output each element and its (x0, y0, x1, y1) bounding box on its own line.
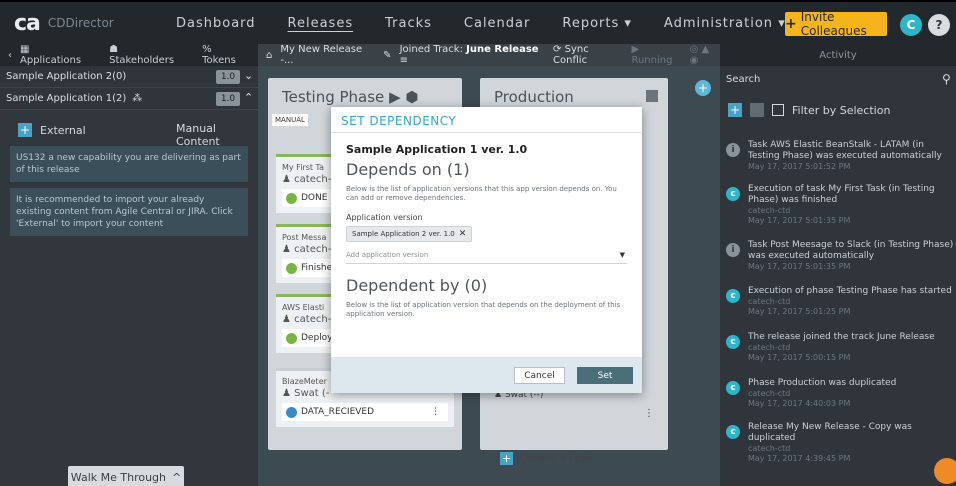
ca-logo: ca (14, 10, 41, 36)
add-version-select[interactable]: Add application version ▼ (346, 248, 627, 264)
running-status: ▶ Running (631, 44, 673, 66)
tab-stakeholders[interactable]: ☗ Stakeholders (109, 44, 188, 66)
joined-track: Joined Track: June Release ≡ (399, 44, 539, 66)
check-icon (286, 192, 297, 204)
nav-reports[interactable]: Reports ▾ (562, 16, 632, 31)
manual-content-label[interactable]: Manual Content (176, 122, 258, 148)
add-icon[interactable]: + (728, 103, 742, 117)
user-icon: c (726, 187, 740, 201)
nav-calendar[interactable]: Calendar (464, 16, 530, 31)
app-row-2[interactable]: Sample Application 1(2) ⁂ 1.0 ⌃ (0, 88, 258, 110)
nav-releases[interactable]: Releases (288, 16, 354, 31)
dependent-by-heading: Dependent by (0) (346, 276, 488, 295)
set-dependency-modal: SET DEPENDENCY Sample Application 1 ver.… (331, 107, 642, 393)
chevron-up-icon[interactable]: ⌃ (244, 91, 253, 104)
dependency-chip: Sample Application 2 ver. 1.0 ✕ (346, 226, 473, 242)
play-icon (286, 406, 297, 418)
user-icon: c (726, 381, 740, 395)
phase-title[interactable]: Production (480, 78, 668, 106)
external-row: + External Manual Content (0, 110, 258, 148)
activity-item: c Phase Production was duplicated catech-… (726, 378, 954, 409)
import-hint: It is recommended to import your already… (10, 188, 248, 236)
activity-item: c The release joined the track June Rele… (726, 332, 954, 363)
plus-icon: + (785, 16, 797, 32)
nav-administration[interactable]: Administration ▾ (664, 16, 786, 31)
left-panel: ‹ ▦ Applications ☗ Stakeholders % Tokens… (0, 44, 258, 486)
remove-chip-icon[interactable]: ✕ (459, 229, 467, 239)
nav-tracks[interactable]: Tracks (385, 16, 432, 31)
version-badge: 1.0 (216, 92, 240, 106)
add-phase-icon[interactable]: + (695, 80, 711, 96)
app-row-1[interactable]: Sample Application 2(0) 1.0 ⌄ (0, 66, 258, 88)
tab-tokens[interactable]: % Tokens (202, 44, 250, 66)
plus-icon: + (500, 452, 513, 465)
activity-search[interactable]: Search ⚲ (720, 66, 956, 93)
modal-title: SET DEPENDENCY (331, 107, 642, 133)
chevron-up-icon: ^ (172, 470, 182, 484)
edit-icon[interactable]: ✎ (383, 50, 391, 61)
activity-item: i Task Post Meesage to Slack (in Testing… (726, 240, 954, 272)
search-icon[interactable]: ⚲ (942, 72, 951, 86)
activity-panel: Activity Search ⚲ + Filter by Selection … (720, 44, 956, 486)
activity-item: c Execution of phase Testing Phase has s… (726, 286, 954, 317)
help-icon[interactable]: ? (928, 14, 950, 36)
phase-title[interactable]: Testing Phase ▶ ⬢ (268, 78, 462, 106)
left-tabs: ‹ ▦ Applications ☗ Stakeholders % Tokens (0, 44, 258, 66)
activity-item: c Release My New Release - Copy was dupl… (726, 422, 954, 464)
user-icon: c (726, 289, 740, 303)
user-icon: c (726, 425, 740, 439)
app-name: CDDirector (47, 16, 114, 30)
release-name[interactable]: My New Release -... (280, 44, 375, 66)
collapse-left-icon[interactable]: ‹ (8, 50, 12, 61)
create-task-button[interactable]: + Create a task... (500, 452, 603, 465)
cancel-button[interactable]: Cancel (514, 367, 565, 384)
avatar[interactable]: C (900, 14, 922, 36)
dependency-icon[interactable]: ⁂ (132, 93, 142, 104)
manual-tag: MANUAL (272, 114, 308, 126)
activity-item: c Execution of task My First Task (in Te… (726, 184, 954, 226)
depends-on-description: Below is the list of application version… (346, 185, 617, 202)
check-icon (286, 332, 297, 344)
check-icon (286, 262, 297, 274)
external-label[interactable]: External (40, 124, 86, 137)
top-nav: ca CDDirector Dashboard Releases Tracks … (0, 0, 956, 44)
activity-header: Activity (720, 44, 956, 66)
nav-dashboard[interactable]: Dashboard (176, 16, 256, 31)
dependent-by-description: Below is the list of application version… (346, 301, 621, 318)
sync-conflict[interactable]: ⟳ Sync Conflic (553, 44, 623, 66)
add-external-icon[interactable]: + (18, 123, 32, 137)
status-icons: ◎ ▲ ◉ (689, 44, 710, 66)
phase-menu-icon[interactable] (646, 90, 658, 102)
modal-footer: Cancel Set (331, 357, 642, 393)
version-badge: 1.0 (216, 70, 240, 84)
more-icon[interactable]: ⋮ (644, 408, 654, 419)
task-status: DATA_RECIEVED ⋮ (282, 403, 448, 421)
info-icon: i (726, 143, 740, 157)
info-icon: i (726, 243, 740, 257)
chevron-down-icon: ▼ (619, 251, 625, 259)
depends-on-heading: Depends on (1) (346, 160, 470, 179)
activity-item: i Task AWS Elastic BeanStalk - LATAM (in… (726, 140, 954, 172)
app-version-label: Application version (346, 213, 423, 222)
help-launcher-icon[interactable] (934, 458, 956, 484)
chevron-down-icon[interactable]: ⌄ (244, 69, 253, 82)
filter-row: + Filter by Selection (728, 103, 891, 117)
modal-app-name: Sample Application 1 ver. 1.0 (346, 143, 528, 156)
tab-applications[interactable]: ▦ Applications (20, 44, 95, 66)
user-icon: c (726, 335, 740, 349)
more-icon[interactable]: ⋮ (431, 407, 440, 417)
logo[interactable]: ca CDDirector (0, 11, 150, 36)
content-item[interactable]: US132 a new capability you are deliverin… (10, 146, 248, 182)
home-icon[interactable]: ⌂ (266, 50, 272, 61)
set-button[interactable]: Set (577, 367, 633, 384)
invite-colleagues-button[interactable]: + Invite Colleagues (785, 10, 887, 38)
release-toolbar: ⌂ My New Release -... ✎ Joined Track: Ju… (258, 44, 720, 66)
filter-icon[interactable] (750, 103, 764, 117)
filter-checkbox[interactable] (772, 104, 784, 116)
walk-me-through-button[interactable]: Walk Me Through ^ (68, 466, 184, 486)
